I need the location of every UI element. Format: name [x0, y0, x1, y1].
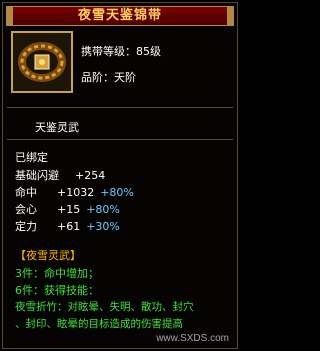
stat-label: 基础闪避 [15, 169, 59, 182]
item-title-bar: 夜雪天鉴锦带 [6, 6, 234, 26]
set-skill-desc: 、封印、眩晕的目标造成的伤害提高 [15, 318, 183, 330]
stat-value: +61 [57, 220, 81, 233]
stat-value: +1032 [57, 186, 95, 199]
title-corner-right [227, 7, 233, 25]
stat-label: 命中 [15, 186, 37, 199]
stat-row-hit: 命中 +1032 +80% [15, 184, 134, 200]
item-icon-slot [11, 31, 73, 93]
set-skill-desc: 夜雪折竹：对眩晕、失明、散功、封穴 [15, 301, 194, 313]
stat-row-crit: 会心 +15 +80% [15, 201, 120, 217]
set-bonus-3: 3件：命中增加； [15, 267, 99, 280]
item-tier: 品阶：天阶 [81, 71, 136, 84]
stat-label: 会心 [15, 203, 37, 216]
divider [7, 139, 233, 140]
item-style: 天鉴灵武 [35, 121, 79, 134]
divider [7, 107, 233, 108]
stat-percent: +30% [86, 220, 120, 233]
title-corner-left [7, 7, 13, 25]
stat-label: 定力 [15, 220, 37, 233]
set-bonus-6: 6件：获得技能： [15, 284, 99, 297]
stat-value: +15 [57, 203, 81, 216]
stat-percent: +80% [100, 186, 134, 199]
stat-row-dodge: 基础闪避 +254 [15, 167, 105, 183]
watermark: www.SXDS.com [156, 333, 229, 344]
stat-value: +254 [75, 169, 106, 182]
set-name: 【夜雪灵武】 [15, 249, 81, 262]
stat-percent: +80% [86, 203, 120, 216]
belt-icon [18, 42, 66, 82]
level-requirement: 携带等级：85级 [81, 45, 161, 58]
item-name: 夜雪天鉴锦带 [77, 8, 162, 23]
stat-row-focus: 定力 +61 +30% [15, 218, 120, 234]
bind-status: 已绑定 [15, 151, 48, 164]
item-tooltip: 夜雪天鉴锦带 携带等级：85级 品阶：天阶 天鉴灵武 已绑定 基础闪避 +254 … [2, 2, 238, 349]
